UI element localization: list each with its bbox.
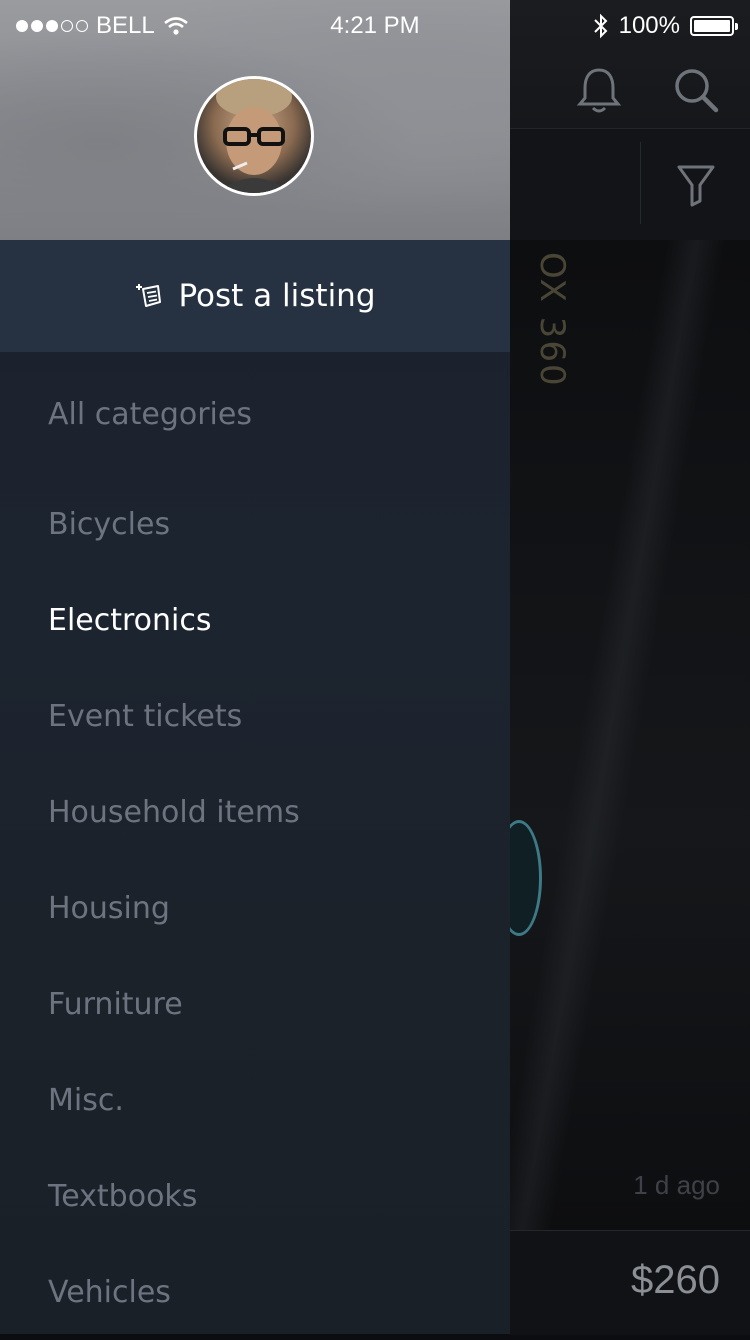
- category-item[interactable]: Furniture: [0, 956, 510, 1052]
- category-label: Misc.: [48, 1082, 124, 1118]
- category-item[interactable]: Bicycles: [0, 476, 510, 572]
- side-drawer: Post a listing All categories Bicycles E…: [0, 0, 510, 1334]
- status-bar: BELL 4:21 PM 100%: [0, 0, 750, 54]
- category-label: Electronics: [48, 602, 212, 638]
- category-label: Bicycles: [48, 506, 171, 542]
- category-item[interactable]: Housing: [0, 860, 510, 956]
- search-icon[interactable]: [672, 66, 720, 114]
- category-item[interactable]: All categories: [0, 352, 510, 476]
- filter-divider: [640, 142, 641, 224]
- category-list: All categories Bicycles Electronics Even…: [0, 352, 510, 1340]
- category-label: Furniture: [48, 986, 183, 1022]
- bluetooth-icon: [593, 13, 608, 39]
- category-label: Event tickets: [48, 698, 243, 734]
- category-item[interactable]: Textbooks: [0, 1148, 510, 1244]
- category-item[interactable]: Event tickets: [0, 668, 510, 764]
- post-listing-button[interactable]: Post a listing: [0, 240, 510, 352]
- post-listing-label: Post a listing: [178, 278, 376, 314]
- category-item[interactable]: Vehicles: [0, 1244, 510, 1340]
- post-listing-icon: [136, 284, 162, 307]
- category-label: Textbooks: [48, 1178, 198, 1214]
- category-label: All categories: [48, 396, 252, 432]
- bell-icon[interactable]: [576, 66, 622, 114]
- category-label: Housing: [48, 890, 170, 926]
- listing-price: $260: [631, 1258, 720, 1302]
- product-image-text: OX 360: [532, 252, 572, 388]
- listing-posted-ago: 1 d ago: [633, 1170, 720, 1200]
- background-filter-bar: [510, 129, 750, 240]
- filter-icon[interactable]: [676, 163, 716, 207]
- battery-icon: [690, 16, 738, 36]
- avatar-portrait: [216, 79, 292, 193]
- category-item-selected[interactable]: Electronics: [0, 572, 510, 668]
- category-label: Household items: [48, 794, 300, 830]
- avatar[interactable]: [194, 76, 314, 196]
- category-item[interactable]: Misc.: [0, 1052, 510, 1148]
- category-item[interactable]: Household items: [0, 764, 510, 860]
- battery-percent: 100%: [618, 12, 680, 39]
- category-label: Vehicles: [48, 1274, 171, 1310]
